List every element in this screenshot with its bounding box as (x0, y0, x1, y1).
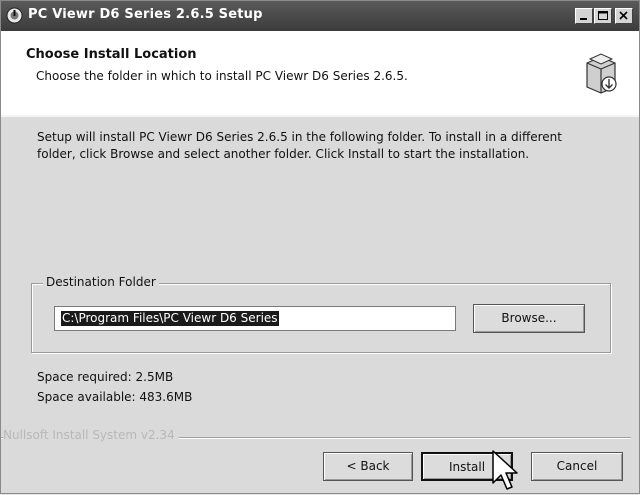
page-title: Choose Install Location (26, 47, 197, 62)
maximize-icon (598, 11, 608, 20)
page-subtitle: Choose the folder in which to install PC… (36, 69, 408, 83)
installer-app-icon (6, 7, 23, 24)
window-title: PC Viewr D6 Series 2.6.5 Setup (28, 7, 263, 22)
browse-button[interactable]: Browse... (473, 304, 585, 333)
close-button[interactable] (615, 8, 633, 24)
intro-text: Setup will install PC Viewr D6 Series 2.… (37, 130, 562, 161)
back-label: < Back (346, 459, 390, 473)
destination-legend: Destination Folder (43, 275, 159, 289)
mouse-pointer-icon (492, 450, 518, 490)
title-bar[interactable]: PC Viewr D6 Series 2.6.5 Setup (1, 1, 639, 31)
nsis-branding: Nullsoft Install System v2.34 (3, 428, 179, 442)
cancel-button[interactable]: Cancel (531, 452, 623, 481)
browse-label: Browse... (501, 311, 557, 325)
close-icon (619, 11, 628, 20)
minimize-button[interactable] (575, 8, 593, 24)
space-available: Space available: 483.6MB (37, 390, 193, 404)
page-header: Choose Install Location Choose the folde… (1, 31, 639, 116)
installer-box-icon (586, 53, 617, 94)
minimize-icon (580, 18, 587, 20)
space-required: Space required: 2.5MB (37, 370, 174, 384)
back-button[interactable]: < Back (323, 452, 413, 481)
maximize-button[interactable] (594, 8, 612, 24)
destination-folder-input[interactable]: C:\Program Files\PC Viewr D6 Series (54, 306, 456, 331)
destination-path-value: C:\Program Files\PC Viewr D6 Series (61, 311, 279, 326)
setup-window: PC Viewr D6 Series 2.6.5 Setup Choose In… (0, 0, 640, 494)
cancel-label: Cancel (556, 459, 598, 473)
